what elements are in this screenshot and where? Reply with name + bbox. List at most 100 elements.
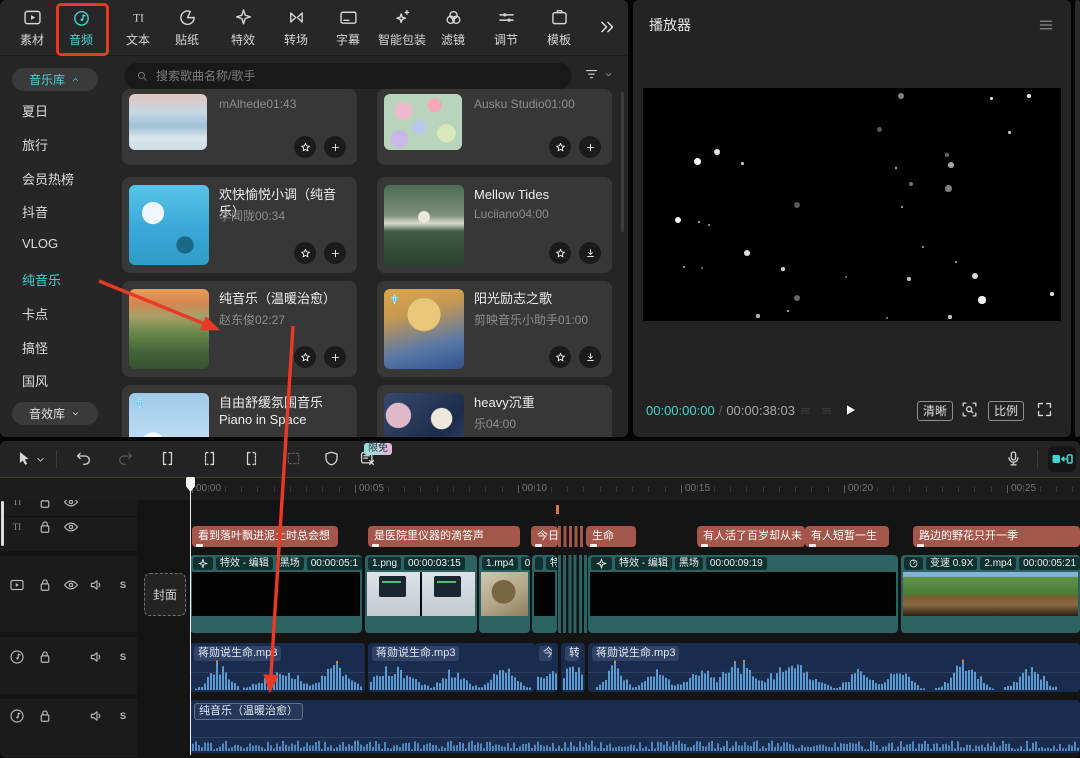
track-link-toggle[interactable] [1048, 446, 1076, 472]
mute-icon[interactable] [88, 707, 106, 725]
undo-icon[interactable] [74, 449, 93, 468]
toolbar-item-effects[interactable]: 特效 [216, 6, 270, 52]
text-clip[interactable]: 有人活了百岁却从未 [697, 526, 805, 547]
favorite-button[interactable] [294, 346, 316, 368]
download-button[interactable] [579, 346, 601, 368]
toolbar-item-template[interactable]: 模板 [532, 6, 586, 52]
visibility-icon[interactable] [62, 518, 80, 536]
text-clip[interactable]: 是医院里仪器的滴答声 [368, 526, 520, 547]
sidebar-item-3[interactable]: 会员热榜 [22, 169, 74, 188]
sidebar-item-6[interactable]: 纯音乐 [22, 270, 61, 289]
toolbar-item-captions[interactable]: 字幕 [321, 6, 375, 52]
toolbar-item-adjust[interactable]: 调节 [479, 6, 533, 52]
music-card-5[interactable]: 纯音乐（温暖治愈）赵东俊02:27 [122, 281, 357, 377]
mask-shield-icon[interactable] [322, 449, 341, 468]
sidebar-item-5[interactable]: VLOG [22, 236, 58, 251]
download-button[interactable] [579, 242, 601, 264]
text-clip[interactable]: 今日 [531, 526, 558, 547]
cover-button[interactable]: 封面 [144, 573, 186, 616]
favorite-button[interactable] [549, 242, 571, 264]
visibility-icon[interactable] [62, 576, 80, 594]
video-clip[interactable]: 特效 - 编辑黑场00:00:05:1 [190, 555, 362, 633]
lock-icon[interactable] [36, 518, 54, 536]
toolbar-item-media[interactable]: 素材 [5, 6, 59, 52]
select-tool-chevron-icon[interactable] [34, 453, 47, 466]
favorite-button[interactable] [549, 346, 571, 368]
audio-clip[interactable]: 蒋勋说生命.mp3 [368, 643, 535, 692]
sidebar-item-9[interactable]: 国风 [22, 371, 48, 390]
toolbar-item-transition[interactable]: 转场 [269, 6, 323, 52]
text-track-icon[interactable]: TI [8, 500, 26, 511]
solo-icon[interactable]: S [114, 648, 132, 666]
filter-chevron-icon[interactable] [603, 69, 614, 80]
lock-icon[interactable] [36, 707, 54, 725]
add-to-timeline-button[interactable] [324, 136, 346, 158]
timeline-ruler[interactable]: 00:0000:0500:1000:1500:2000:25 [0, 477, 1080, 501]
sidebar-item-1[interactable]: 夏日 [22, 101, 48, 120]
audio-clip[interactable]: 转动 [561, 643, 585, 692]
preview-zoom-icon[interactable] [960, 400, 979, 419]
lock-icon[interactable] [36, 500, 54, 511]
sidebar-item-4[interactable]: 抖音 [22, 202, 48, 221]
add-to-timeline-button[interactable] [324, 242, 346, 264]
audio-clip[interactable]: 蒋勋说生命.mp3 [588, 643, 1080, 692]
music-clip[interactable]: 纯音乐（温暖治愈） [190, 700, 1080, 753]
split-icon[interactable] [158, 449, 177, 468]
mute-icon[interactable] [88, 576, 106, 594]
video-clip-fragments[interactable] [558, 555, 587, 633]
music-card-8[interactable]: heavy沉重乐04:00 [377, 385, 612, 437]
music-card-1[interactable]: mAlhede01:43 [122, 89, 357, 165]
toolbar-expand-icon[interactable] [596, 16, 618, 38]
audio-clip[interactable]: 今日 [535, 643, 558, 692]
video-clip[interactable]: 变速 0.9X2.mp400:00:05:21 [901, 555, 1080, 633]
sidebar-item-7[interactable]: 卡点 [22, 304, 48, 323]
favorite-button[interactable] [294, 242, 316, 264]
visibility-icon[interactable] [62, 500, 80, 511]
track-scrollbar[interactable] [1, 501, 4, 546]
split-keep-right-icon[interactable] [242, 449, 261, 468]
music-card-3[interactable]: 欢快愉悦小调（纯音乐）李闻陇00:34 [122, 177, 357, 273]
mute-icon[interactable] [88, 648, 106, 666]
music-card-4[interactable]: Mellow TidesLuciiano04:00 [377, 177, 612, 273]
music-library-dropdown[interactable]: 音乐库 [12, 68, 98, 91]
split-keep-left-icon[interactable] [200, 449, 219, 468]
record-mic-icon[interactable] [1004, 449, 1023, 468]
search-input[interactable] [124, 63, 572, 89]
solo-icon[interactable]: S [114, 576, 132, 594]
ratio-button[interactable]: 比例 [988, 401, 1024, 421]
sidebar-item-2[interactable]: 旅行 [22, 135, 48, 154]
toolbar-item-text[interactable]: TI文本 [111, 6, 165, 52]
video-clip[interactable]: 特 [532, 555, 557, 633]
toolbar-item-filter[interactable]: 滤镜 [426, 6, 480, 52]
filter-icon[interactable] [583, 66, 600, 83]
text-clip[interactable]: 路边的野花只开一季 [913, 526, 1080, 547]
add-to-timeline-button[interactable] [324, 346, 346, 368]
music-scrollbar[interactable] [621, 92, 624, 232]
toolbar-item-smart-pack[interactable]: 智能包装 [375, 6, 429, 52]
solo-icon[interactable]: S [114, 707, 132, 725]
video-clip[interactable]: 特效 - 编辑黑场00:00:09:19 [588, 555, 898, 633]
music-card-7[interactable]: 自由舒缓氛围音乐 Piano in Space [122, 385, 357, 437]
quality-button[interactable]: 清晰 [917, 401, 953, 421]
video-track-icon[interactable] [8, 576, 26, 594]
favorite-button[interactable] [549, 136, 571, 158]
video-clip[interactable]: 1.mp400 [479, 555, 530, 633]
text-track-icon[interactable]: TI [8, 518, 26, 536]
toolbar-item-audio[interactable]: 音频 [54, 6, 108, 52]
play-button[interactable] [841, 401, 859, 419]
sidebar-item-8[interactable]: 搞怪 [22, 338, 48, 357]
select-tool-icon[interactable] [14, 449, 33, 468]
toolbar-item-sticker[interactable]: 贴纸 [160, 6, 214, 52]
audio-track-icon[interactable] [8, 707, 26, 725]
sound-effects-dropdown[interactable]: 音效库 [12, 402, 98, 425]
favorite-button[interactable] [294, 136, 316, 158]
add-to-timeline-button[interactable] [579, 136, 601, 158]
lock-icon[interactable] [36, 576, 54, 594]
text-clip[interactable]: 看到落叶飘进泥土时总会想 [192, 526, 338, 547]
text-clip[interactable]: 有人短暂一生 [805, 526, 889, 547]
music-card-2[interactable]: Ausku Studio01:00 [377, 89, 612, 165]
lock-icon[interactable] [36, 648, 54, 666]
audio-clip[interactable]: 蒋勋说生命.mp3 [190, 643, 365, 692]
text-clip-fragments[interactable] [558, 526, 585, 547]
video-clip[interactable]: 1.png00:00:03:15 [365, 555, 477, 633]
